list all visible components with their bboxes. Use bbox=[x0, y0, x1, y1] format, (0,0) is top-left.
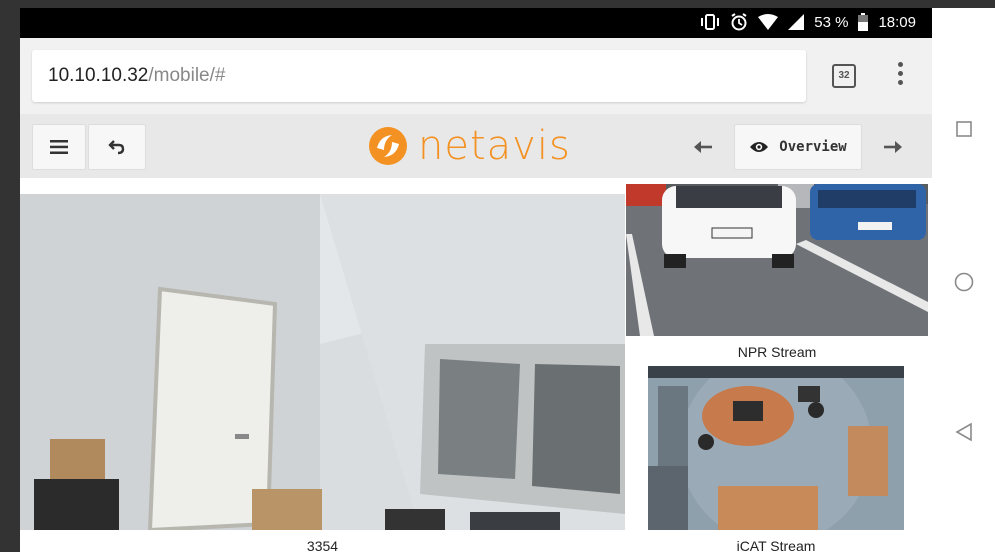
camera-view-icat-stream[interactable] bbox=[648, 366, 904, 530]
netavis-logo-icon bbox=[369, 127, 407, 165]
camera-caption-npr-stream: NPR Stream bbox=[737, 344, 817, 360]
url-path: /mobile/# bbox=[148, 65, 226, 86]
logo-text: netavis bbox=[418, 123, 571, 169]
camera-caption-icat-stream: iCAT Stream bbox=[736, 538, 816, 552]
battery-icon bbox=[858, 13, 869, 31]
browser-menu-icon[interactable] bbox=[896, 60, 904, 88]
alarm-icon bbox=[731, 13, 747, 31]
tab-switcher-button[interactable]: 32 bbox=[832, 64, 856, 88]
system-nav-bar bbox=[932, 8, 995, 552]
vibrate-icon bbox=[701, 14, 720, 30]
clock: 18:09 bbox=[878, 13, 916, 31]
menu-button[interactable] bbox=[32, 124, 86, 170]
arrow-left-icon bbox=[694, 141, 712, 153]
undo-button[interactable] bbox=[88, 124, 146, 170]
camera-view-3354[interactable] bbox=[20, 194, 625, 530]
recents-button[interactable] bbox=[932, 121, 995, 137]
arrow-right-icon bbox=[884, 141, 902, 153]
previous-button[interactable] bbox=[674, 124, 732, 170]
undo-icon bbox=[108, 140, 125, 155]
browser-toolbar: 10.10.10.32/mobile/# 32 bbox=[20, 38, 932, 114]
camera-caption-3354: 3354 bbox=[306, 538, 339, 552]
camera-view-npr-stream[interactable] bbox=[626, 184, 928, 336]
overhead-camera-image bbox=[648, 366, 904, 530]
next-button[interactable] bbox=[864, 124, 922, 170]
back-button[interactable] bbox=[932, 422, 995, 442]
road-camera-image bbox=[626, 184, 928, 336]
overview-button[interactable]: Overview bbox=[734, 124, 862, 170]
netavis-logo: netavis bbox=[368, 124, 571, 168]
battery-percent: 53 % bbox=[814, 13, 849, 31]
eye-icon bbox=[750, 142, 769, 152]
cell-signal-icon bbox=[788, 14, 805, 30]
circle-icon bbox=[954, 272, 973, 292]
hamburger-icon bbox=[50, 140, 68, 154]
wifi-icon bbox=[758, 14, 779, 30]
overview-label: Overview bbox=[779, 139, 847, 155]
url-host: 10.10.10.32 bbox=[48, 65, 149, 86]
url-field[interactable]: 10.10.10.32/mobile/# bbox=[32, 50, 806, 102]
square-icon bbox=[955, 121, 972, 137]
status-bar: 53 % 18:09 bbox=[20, 8, 932, 38]
triangle-back-icon bbox=[954, 422, 972, 442]
home-button[interactable] bbox=[932, 272, 995, 292]
app-toolbar: netavis Overview bbox=[20, 114, 932, 178]
browser-screen: 53 % 18:09 10.10.10.32/mobile/# 32 netav… bbox=[20, 8, 932, 552]
office-camera-image bbox=[20, 194, 625, 530]
